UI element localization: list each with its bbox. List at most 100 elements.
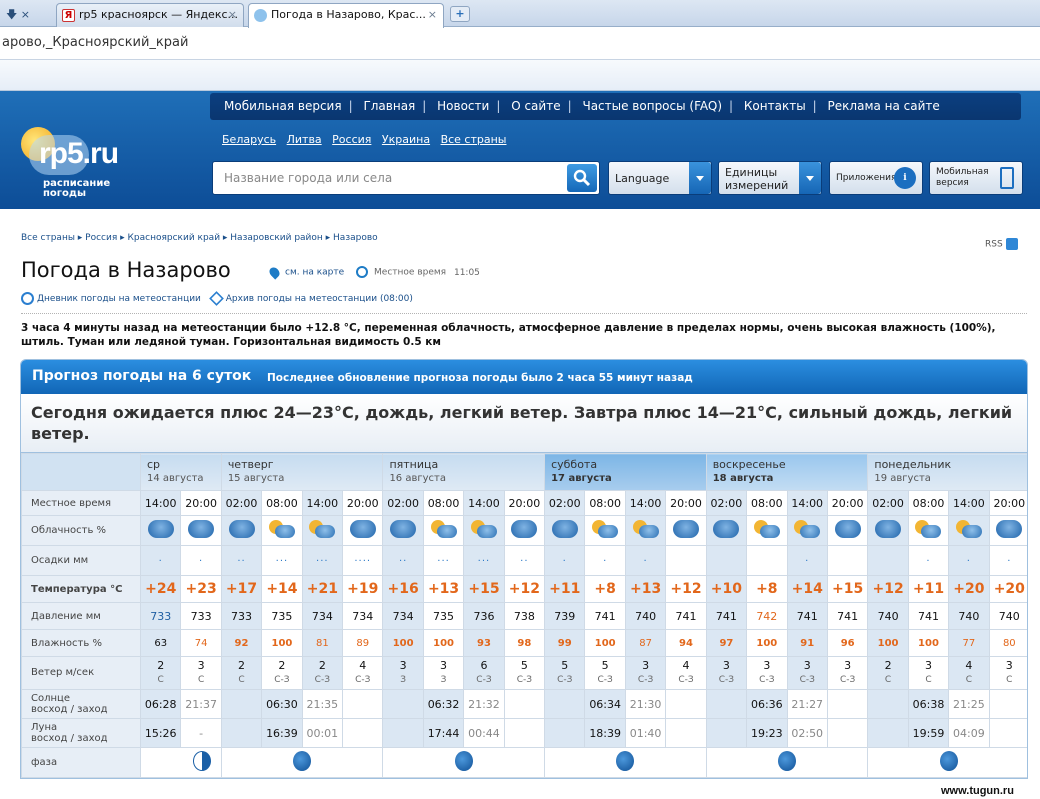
moon-phase-icon — [454, 751, 473, 771]
local-time-cell: 02:00 — [382, 490, 424, 516]
breadcrumb[interactable]: Все страны ▸ Россия ▸ Красноярский край … — [21, 233, 378, 243]
moon-phase-icon — [293, 751, 312, 771]
sun-time: 06:28 — [139, 689, 182, 719]
rain-drops-icon: ‧ — [199, 556, 204, 567]
cloudiness-cell — [220, 515, 263, 546]
country-lithuania[interactable]: Литва — [287, 133, 322, 146]
temperature-label: Температура °C — [21, 575, 141, 603]
nav-faq[interactable]: Частые вопросы (FAQ) — [582, 93, 722, 120]
country-belarus[interactable]: Беларусь — [222, 133, 276, 146]
wind-cell: 5 С-З — [584, 656, 626, 690]
search-input[interactable]: Название города или села — [224, 171, 392, 185]
empty-cell — [665, 718, 707, 748]
empty-cell — [705, 689, 748, 719]
pressure-cell: 735 — [422, 602, 465, 630]
diary-link[interactable]: Дневник погоды на метеостанции — [37, 294, 201, 304]
pressure-label: Давление мм — [21, 602, 141, 630]
moon-time: 16:39 — [261, 718, 303, 748]
wind-label: Ветер м/сек — [21, 656, 141, 690]
precipitation-cell: ‧ — [624, 545, 667, 576]
precipitation-cell — [705, 545, 748, 576]
site-logo[interactable]: rp5.ru расписание погоды — [15, 121, 135, 201]
wind-cell: 3 С-З — [786, 656, 828, 690]
tab-list-icon[interactable]: 🡇 × — [6, 6, 36, 22]
close-icon[interactable]: × — [428, 4, 437, 26]
temperature-cell: +13 — [624, 575, 667, 603]
moon-time: 18:39 — [584, 718, 626, 748]
local-time-cell: 08:00 — [422, 490, 465, 516]
wind-cell: 4 С-З — [342, 656, 384, 690]
moon-time: 17:44 — [422, 718, 465, 748]
partly-cloudy-icon — [268, 520, 295, 538]
archive-link[interactable]: Архив погоды на метеостанции (08:00) — [226, 294, 413, 304]
pressure-cell: 740 — [988, 602, 1027, 630]
moon-time: - — [180, 718, 222, 748]
local-time-cell: 08:00 — [261, 490, 303, 516]
cloudy-icon — [188, 520, 215, 538]
country-russia[interactable]: Россия — [332, 133, 371, 146]
temperature-cell: +12 — [867, 575, 909, 603]
pressure-cell: 734 — [342, 602, 384, 630]
moon-time: 00:44 — [463, 718, 505, 748]
humidity-cell: 100 — [382, 629, 424, 657]
tab-yandex[interactable]: Я rp5 красноярск — Яндекс... × — [56, 3, 244, 27]
rain-drops-icon: ‧‧ — [520, 556, 529, 567]
address-bar[interactable]: арово,_Красноярский_край — [0, 28, 1040, 60]
station-links: Дневник погоды на метеостанции Архив пог… — [21, 291, 413, 306]
phone-icon — [1000, 167, 1014, 189]
map-link[interactable]: см. на карте — [285, 268, 344, 278]
country-all[interactable]: Все страны — [441, 133, 507, 146]
tab-label: rp5 красноярск — Яндекс... — [79, 8, 239, 21]
nav-about[interactable]: О сайте — [511, 93, 560, 120]
map-pin-icon — [267, 264, 282, 280]
language-select[interactable]: Language — [608, 161, 712, 195]
wind-cell: 6 С-З — [463, 656, 505, 690]
nav-news[interactable]: Новости — [437, 93, 489, 120]
moon-phase-cell — [544, 747, 707, 778]
local-time-cell: 14:00 — [624, 490, 667, 516]
search-icon — [573, 169, 591, 187]
precipitation-cell — [746, 545, 788, 576]
moon-phase-cell — [382, 747, 546, 778]
observation-text: 3 часа 4 минуты назад на метеостанции бы… — [21, 322, 996, 348]
new-tab-button[interactable]: + — [450, 6, 470, 22]
humidity-cell: 100 — [261, 629, 303, 657]
humidity-cell: 89 — [342, 629, 384, 657]
local-time-cell: 14:00 — [786, 490, 828, 516]
mobile-version-button[interactable]: Мобильная версия — [929, 161, 1023, 195]
units-select[interactable]: Единицы измерений — [718, 161, 822, 195]
day-header: пятница 16 августа — [382, 453, 546, 491]
close-icon[interactable]: × — [228, 4, 237, 26]
nav-ads[interactable]: Реклама на сайте — [828, 93, 940, 120]
sun-time: 21:30 — [624, 689, 667, 719]
local-time-cell: 14:00 — [463, 490, 505, 516]
partly-cloudy-icon — [955, 520, 982, 538]
watermark: www.tugun.ru — [941, 785, 1014, 797]
apps-button[interactable]: Приложения i — [829, 161, 923, 195]
empty-cell — [503, 689, 546, 719]
search-button[interactable] — [567, 164, 597, 192]
country-ukraine[interactable]: Украина — [382, 133, 430, 146]
rss-link[interactable]: RSS — [985, 238, 1018, 250]
precipitation-cell: ‧ — [786, 545, 828, 576]
humidity-cell: 74 — [180, 629, 222, 657]
nav-mobile[interactable]: Мобильная версия — [224, 93, 342, 120]
tab-label: Погода в Назарово, Крас... — [271, 8, 426, 21]
local-time-cell: 20:00 — [826, 490, 869, 516]
cloudy-icon — [875, 520, 902, 538]
address-text: арово,_Красноярский_край — [2, 35, 189, 50]
local-time-cell: 02:00 — [544, 490, 586, 516]
local-time-cell: 02:00 — [867, 490, 909, 516]
cloudiness-cell — [463, 515, 505, 546]
wind-cell: 2 С-З — [301, 656, 344, 690]
temperature-cell: +17 — [220, 575, 263, 603]
wind-cell: 3 С-З — [826, 656, 869, 690]
empty-cell — [342, 718, 384, 748]
cloudy-icon — [511, 520, 538, 538]
rain-drops-icon: ‧ — [562, 556, 567, 567]
search-box[interactable]: Название города или села — [212, 161, 600, 195]
nav-contacts[interactable]: Контакты — [744, 93, 806, 120]
tab-rp5[interactable]: Погода в Назарово, Крас... × — [248, 3, 444, 28]
humidity-cell: 100 — [867, 629, 909, 657]
nav-home[interactable]: Главная — [363, 93, 415, 120]
